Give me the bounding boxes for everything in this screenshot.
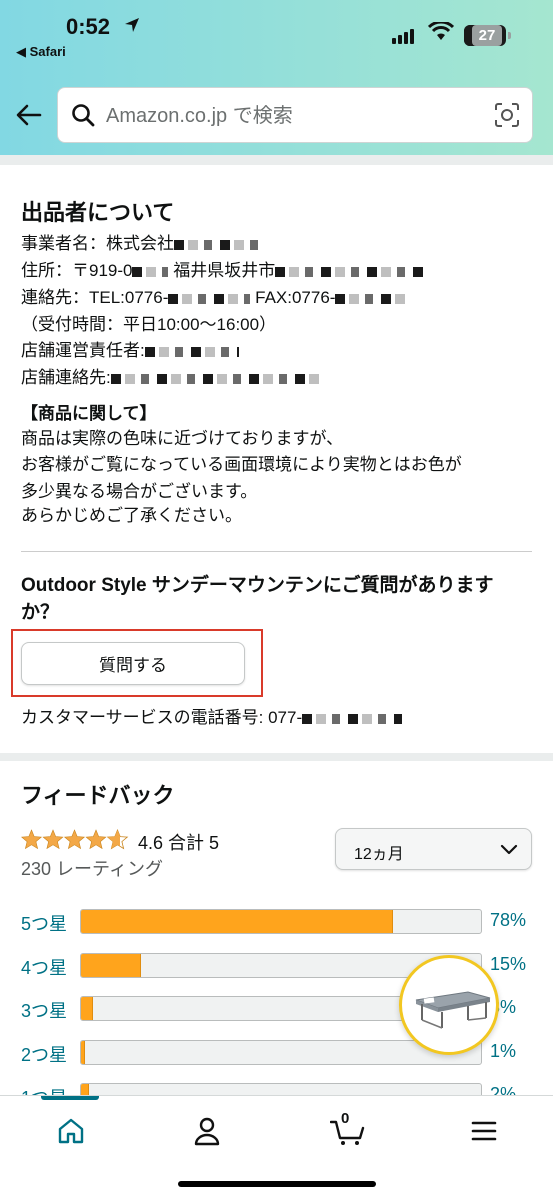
- feedback-heading: フィードバック: [21, 783, 175, 808]
- battery-level: 27: [472, 25, 502, 46]
- back-arrow-icon[interactable]: [14, 100, 44, 130]
- search-icon: [72, 104, 95, 127]
- rating-row-percent[interactable]: 78%: [490, 910, 526, 931]
- seller-address: 住所：〒919-0 福井県坂井市: [21, 259, 426, 283]
- search-input[interactable]: [106, 101, 486, 131]
- rating-row-percent[interactable]: 15%: [490, 954, 526, 975]
- period-dropdown[interactable]: 12ヵ月: [335, 828, 532, 870]
- rating-bar-fill: [81, 1041, 85, 1064]
- home-indicator: [178, 1181, 376, 1187]
- top-header: 0:52 ◀ Safari 27: [0, 0, 553, 155]
- cart-count-badge: 0: [341, 1110, 350, 1127]
- rating-count: 230 レーティング: [21, 859, 163, 879]
- rating-row[interactable]: 5つ星 78%: [0, 909, 553, 935]
- cellular-signal-icon: [392, 26, 416, 44]
- star-rating-icon: [21, 829, 128, 849]
- search-bar[interactable]: [57, 87, 533, 143]
- rating-bar-fill: [81, 997, 93, 1020]
- rating-row-label[interactable]: 2つ星: [21, 1041, 67, 1067]
- question-heading: Outdoor Style サンデーマウンテンにご質問がありますか？: [21, 575, 494, 623]
- seller-heading: 出品者について: [21, 200, 175, 225]
- rating-row-label[interactable]: 4つ星: [21, 954, 67, 980]
- product-note-line: 多少異なる場合がございます。: [21, 482, 258, 501]
- active-tab-indicator: [41, 1096, 99, 1100]
- seller-business-name: 事業者名：株式会社: [21, 232, 264, 256]
- seller-contact: 連絡先：TEL:0776- FAX:0776-: [21, 286, 408, 310]
- location-arrow-icon: [125, 18, 139, 32]
- menu-icon[interactable]: [469, 1116, 499, 1146]
- product-note-line: 商品は実際の色味に近づけておりますが、: [21, 429, 344, 448]
- section-separator: [0, 753, 553, 761]
- ask-question-button[interactable]: 質問する: [21, 642, 245, 685]
- product-thumbnail[interactable]: [399, 955, 499, 1055]
- chevron-down-icon: [500, 844, 518, 855]
- rating-row-percent[interactable]: 1%: [490, 1041, 516, 1062]
- rating-bar-fill: [81, 954, 141, 977]
- seller-hours: （受付時間：平日10:00〜16:00）: [21, 315, 277, 334]
- rating-row-label[interactable]: 3つ星: [21, 997, 67, 1023]
- status-time: 0:52: [66, 14, 111, 39]
- divider: [21, 551, 532, 552]
- wifi-icon: [428, 22, 454, 40]
- customer-service-phone: カスタマーサービスの電話番号: 077-: [21, 703, 403, 728]
- camera-search-icon[interactable]: [494, 102, 520, 128]
- account-icon[interactable]: [192, 1116, 222, 1146]
- section-separator: [0, 155, 553, 165]
- bottom-navigation: 0: [0, 1095, 553, 1200]
- back-to-safari-link[interactable]: ◀ Safari: [16, 44, 66, 60]
- product-note-heading: 【商品に関して】: [21, 404, 157, 423]
- battery-icon: 27: [464, 25, 511, 46]
- rating-summary: 4.6 合計 5: [138, 833, 220, 853]
- period-selected-value: 12ヵ月: [354, 846, 404, 863]
- rating-row-label[interactable]: 5つ星: [21, 910, 67, 936]
- seller-manager: 店舗運営責任者:: [21, 339, 239, 363]
- home-icon[interactable]: [56, 1116, 86, 1146]
- product-note-line: お客様がご覧になっている画面環境により実物とはお色が: [21, 455, 462, 474]
- product-note-line: あらかじめご了承ください。: [21, 506, 242, 525]
- seller-store-contact: 店舗連絡先:: [21, 366, 323, 390]
- rating-bar-fill: [81, 910, 393, 933]
- rating-bar-track: [80, 909, 482, 934]
